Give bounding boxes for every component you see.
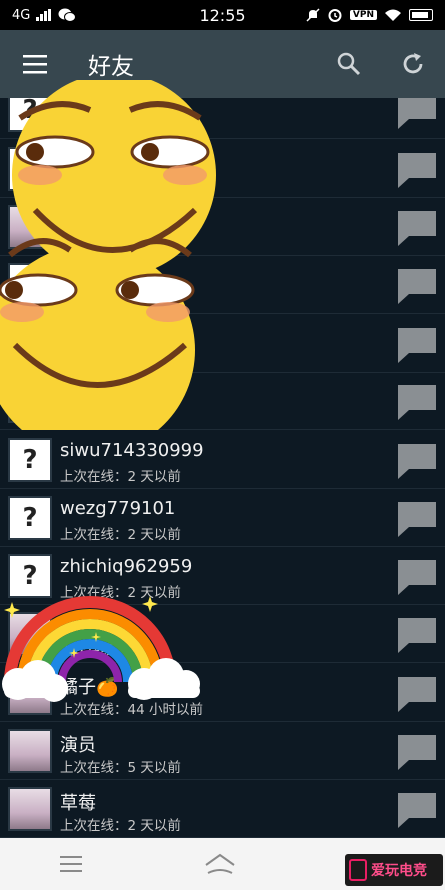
menu-nav-icon[interactable] bbox=[60, 855, 84, 873]
friend-name: 演员 bbox=[60, 735, 96, 756]
chat-bubble-icon[interactable] bbox=[395, 266, 439, 306]
friend-name: 草莓 bbox=[60, 793, 96, 814]
friend-list[interactable]: ??? 以前? lewandowski 分钟以前? siwu714330999 上次在线：… bbox=[0, 98, 445, 838]
back-nav-icon[interactable] bbox=[357, 855, 385, 873]
friend-row[interactable]: ? 以前 bbox=[0, 256, 445, 314]
refresh-icon[interactable] bbox=[400, 51, 426, 77]
status-bar: 4G 12:55 VPN bbox=[0, 0, 445, 30]
friend-row[interactable]: 分钟以前 bbox=[0, 372, 445, 430]
avatar bbox=[8, 205, 52, 249]
app-toolbar: 好友 bbox=[0, 30, 445, 98]
friend-last-online: 上次在线：2 天以前 bbox=[60, 585, 181, 601]
friend-row[interactable]: ? zhichiq962959 上次在线：2 天以前 bbox=[0, 547, 445, 605]
chat-bubble-icon[interactable] bbox=[395, 674, 439, 714]
friend-row[interactable]: ? wezg779101 上次在线：2 天以前 bbox=[0, 489, 445, 547]
chat-bubble-icon[interactable] bbox=[395, 499, 439, 539]
home-nav-icon[interactable] bbox=[204, 853, 236, 875]
search-button[interactable] bbox=[317, 51, 381, 77]
placeholder-avatar: ? bbox=[8, 554, 52, 598]
avatar bbox=[8, 787, 52, 831]
chat-bubble-icon[interactable] bbox=[395, 382, 439, 422]
chat-bubble-icon[interactable] bbox=[395, 557, 439, 597]
clock: 12:55 bbox=[199, 5, 246, 25]
placeholder-avatar: ? bbox=[8, 438, 52, 482]
chat-bubble-icon[interactable] bbox=[395, 732, 439, 772]
friend-row[interactable]: ? bbox=[0, 140, 445, 198]
friend-last-online: 上次在线：2 天以前 bbox=[60, 818, 181, 834]
friend-name: zhichiq962959 bbox=[60, 556, 193, 577]
friend-row[interactable]: 演员上次在线：5 天以前 bbox=[0, 722, 445, 780]
friend-name: siwu714330999 bbox=[60, 440, 204, 461]
avatar bbox=[8, 379, 52, 423]
avatar bbox=[8, 729, 52, 773]
battery-icon bbox=[409, 9, 433, 21]
friend-name: lewandowski bbox=[60, 324, 176, 345]
friend-row[interactable]: 上次在线 bbox=[0, 605, 445, 663]
friend-row[interactable]: ? bbox=[0, 98, 445, 139]
page-title: 好友 bbox=[88, 54, 134, 80]
placeholder-avatar: ? bbox=[8, 263, 52, 307]
avatar bbox=[8, 671, 52, 715]
friend-last-online: 上次在线：44 小时以前 bbox=[60, 702, 203, 718]
search-icon[interactable] bbox=[336, 51, 362, 77]
placeholder-avatar: ? bbox=[8, 322, 52, 366]
friend-row[interactable]: ? siwu714330999 上次在线：2 天以前 bbox=[0, 431, 445, 489]
friend-name: 橘子🍊 bbox=[60, 677, 119, 698]
chat-bubble-icon[interactable] bbox=[395, 615, 439, 655]
avatar bbox=[8, 612, 52, 656]
friend-last-online: 上次在线 bbox=[60, 643, 114, 659]
friend-last-online: 上次在线：2 天以前 bbox=[60, 469, 181, 485]
chat-bubble-icon[interactable] bbox=[395, 790, 439, 830]
friend-last-online: 以前 bbox=[60, 294, 87, 310]
menu-button[interactable] bbox=[0, 54, 72, 74]
placeholder-avatar: ? bbox=[8, 98, 52, 132]
system-nav-bar bbox=[0, 838, 445, 890]
refresh-button[interactable] bbox=[381, 51, 445, 77]
friend-name: wezg779101 bbox=[60, 498, 176, 519]
friend-last-online: 分钟以前 bbox=[60, 410, 114, 426]
friend-row[interactable] bbox=[0, 198, 445, 256]
chat-bubble-icon[interactable] bbox=[395, 98, 439, 131]
friend-row[interactable]: 橘子🍊 上次在线：44 小时以前 bbox=[0, 664, 445, 722]
chat-bubble-icon[interactable] bbox=[395, 441, 439, 481]
chat-bubble-icon[interactable] bbox=[395, 208, 439, 248]
placeholder-avatar: ? bbox=[8, 147, 52, 191]
friend-last-online: 上次在线：5 天以前 bbox=[60, 760, 181, 776]
friend-last-online: 上次在线：2 天以前 bbox=[60, 527, 181, 543]
placeholder-avatar: ? bbox=[8, 496, 52, 540]
friend-row[interactable]: 草莓上次在线：2 天以前 bbox=[0, 780, 445, 838]
chat-bubble-icon[interactable] bbox=[395, 150, 439, 190]
chat-bubble-icon[interactable] bbox=[395, 325, 439, 365]
friend-row[interactable]: ? lewandowski bbox=[0, 315, 445, 373]
hamburger-menu-icon[interactable] bbox=[23, 54, 49, 74]
